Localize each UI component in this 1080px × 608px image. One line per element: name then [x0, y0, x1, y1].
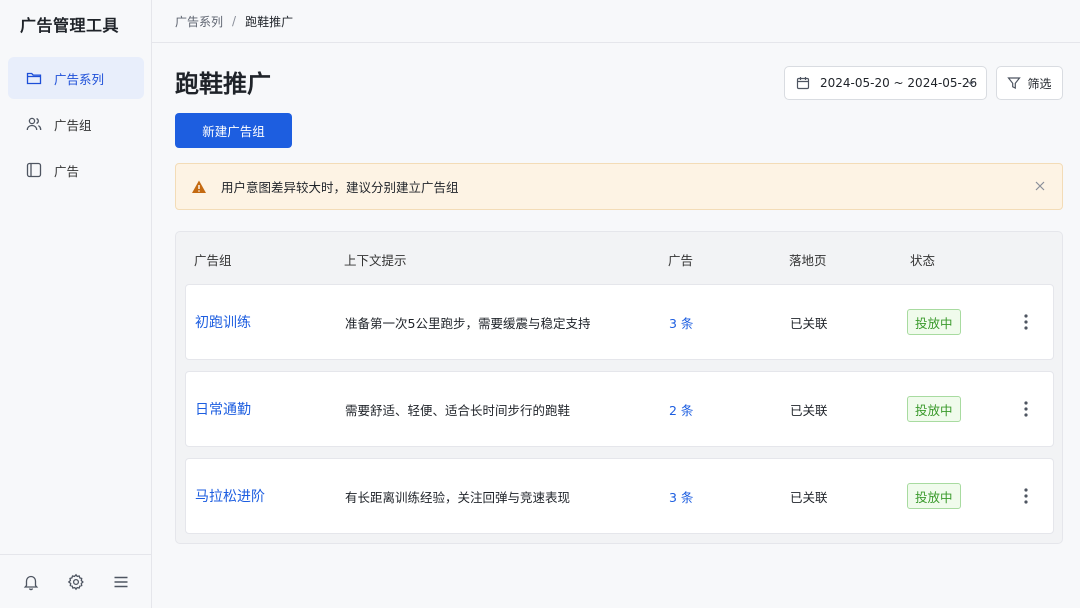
column-header-status: 状态: [910, 253, 936, 268]
sidebar-item-adgroups[interactable]: 广告组: [8, 103, 144, 145]
landing-page-status: 已关联: [790, 315, 828, 331]
context-hint: 有长距离训练经验，关注回弹与竞速表现: [345, 489, 571, 505]
alert-text: 用户意图差异较大时，建议分别建立广告组: [221, 180, 459, 195]
sidebar-footer: [0, 554, 151, 608]
sidebar-item-label: 广告组: [54, 117, 92, 133]
column-header-ads: 广告: [668, 253, 694, 268]
sidebar-item-campaigns[interactable]: 广告系列: [8, 57, 144, 99]
landing-page-status: 已关联: [790, 402, 828, 418]
gear-icon[interactable]: [64, 570, 88, 594]
calendar-icon: [796, 76, 810, 90]
column-header-landing: 落地页: [789, 253, 827, 268]
bell-icon[interactable]: [19, 570, 43, 594]
filter-button-label: 筛选: [1027, 76, 1052, 91]
more-options-icon[interactable]: [1018, 399, 1034, 419]
breadcrumb-current: 跑鞋推广: [245, 14, 294, 29]
adgroup-table: 广告组 上下文提示 广告 落地页 状态 初跑训练 准备第一次5公里跑步，需要缓震…: [175, 231, 1063, 544]
date-range-picker[interactable]: 2024-05-20 ~ 2024-05-26: [784, 66, 987, 100]
column-header-hint: 上下文提示: [344, 253, 407, 268]
adgroup-name-link[interactable]: 日常通勤: [195, 372, 251, 446]
sidebar-item-label: 广告: [54, 163, 80, 179]
ads-count-link[interactable]: 3 条: [669, 285, 693, 359]
ads-count-link[interactable]: 2 条: [669, 372, 693, 446]
table-row: 初跑训练 准备第一次5公里跑步，需要缓震与稳定支持 3 条 已关联 投放中: [185, 284, 1054, 360]
breadcrumb-separator: /: [232, 14, 237, 28]
more-options-icon[interactable]: [1018, 312, 1034, 332]
panel-icon: [26, 162, 42, 178]
sidebar-item-ads[interactable]: 广告: [8, 149, 144, 191]
adgroup-name-link[interactable]: 马拉松进阶: [195, 459, 265, 533]
filter-icon: [1007, 76, 1022, 90]
status-badge: 投放中: [907, 309, 961, 335]
more-options-icon[interactable]: [1018, 486, 1034, 506]
landing-page-status: 已关联: [790, 489, 828, 505]
context-hint: 需要舒适、轻便、适合长时间步行的跑鞋: [345, 402, 571, 418]
filter-button[interactable]: 筛选: [996, 66, 1063, 100]
column-header-adgroup: 广告组: [194, 253, 232, 268]
users-icon: [26, 116, 42, 132]
warning-alert: 用户意图差异较大时，建议分别建立广告组: [175, 163, 1063, 210]
main-content: 跑鞋推广 2024-05-20 ~ 2024-05-26 筛选 新建广告组 用户…: [152, 44, 1080, 608]
status-badge: 投放中: [907, 396, 961, 422]
new-adgroup-button[interactable]: 新建广告组: [175, 113, 292, 148]
ads-count-link[interactable]: 3 条: [669, 459, 693, 533]
sidebar-item-label: 广告系列: [54, 71, 105, 87]
menu-icon[interactable]: [109, 570, 133, 594]
chevron-down-icon: [966, 78, 976, 88]
status-badge: 投放中: [907, 483, 961, 509]
warning-icon: [191, 179, 207, 195]
page-title: 跑鞋推广: [175, 70, 271, 98]
breadcrumb: 广告系列 / 跑鞋推广: [152, 0, 1080, 43]
folder-icon: [26, 70, 42, 86]
table-row: 日常通勤 需要舒适、轻便、适合长时间步行的跑鞋 2 条 已关联 投放中: [185, 371, 1054, 447]
sidebar: 广告管理工具 广告系列 广告组 广告: [0, 0, 152, 608]
context-hint: 准备第一次5公里跑步，需要缓震与稳定支持: [345, 315, 591, 331]
app-title: 广告管理工具: [20, 16, 120, 35]
breadcrumb-link-campaigns[interactable]: 广告系列: [175, 13, 223, 30]
sidebar-nav: 广告系列 广告组 广告: [8, 57, 144, 195]
table-row: 马拉松进阶 有长距离训练经验，关注回弹与竞速表现 3 条 已关联 投放中: [185, 458, 1054, 534]
date-range-value: 2024-05-20 ~ 2024-05-26: [820, 76, 978, 90]
adgroup-name-link[interactable]: 初跑训练: [195, 285, 251, 359]
close-icon[interactable]: [1033, 179, 1047, 193]
